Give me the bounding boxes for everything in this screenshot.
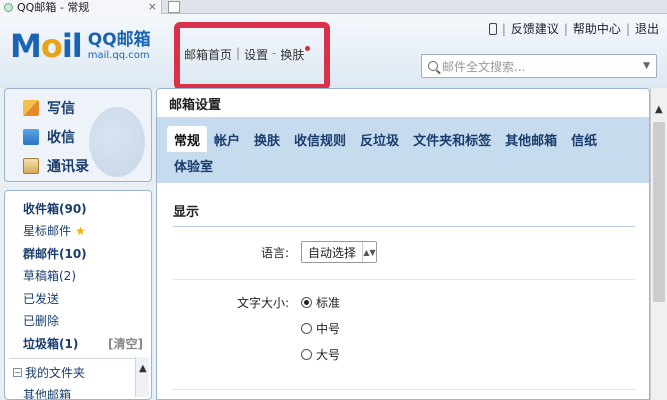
feedback-link[interactable]: 反馈建议 [511, 20, 559, 37]
scroll-up-icon[interactable]: ▲ [655, 104, 663, 115]
logo-cn-text: QQ邮箱 [87, 30, 151, 50]
settings-panel: 邮箱设置 常规 帐户 换肤 收信规则 反垃圾 文件夹和标签 其他邮箱 信纸 体验… [156, 88, 650, 400]
page-title: 邮箱设置 [157, 89, 649, 117]
highlight-annotation-box [174, 22, 330, 90]
section-title-display: 显示 [173, 205, 200, 220]
page-scrollbar[interactable]: ▲ [650, 88, 667, 400]
scroll-up-icon[interactable]: ▲ [139, 363, 147, 374]
tab-other-mailboxes[interactable]: 其他邮箱 [498, 126, 564, 152]
compose-button[interactable]: 写信 [5, 93, 151, 122]
chevron-down-icon[interactable]: ▼ [643, 61, 656, 71]
my-folders[interactable]: − 我的文件夹 [5, 362, 151, 384]
phone-icon[interactable] [488, 22, 497, 35]
language-select[interactable]: 自动选择 ▲▼ [301, 241, 377, 263]
write-icon [23, 99, 39, 116]
folder-starred[interactable]: 星标邮件 ★ [5, 220, 151, 243]
folder-inbox[interactable]: 收件箱(90) [5, 197, 151, 220]
browser-tab-strip: QQ邮箱 - 常规 × [0, 0, 667, 14]
row-divider [173, 279, 635, 280]
star-icon: ★ [75, 223, 86, 238]
logout-link[interactable]: 退出 [635, 20, 659, 37]
folder-drafts[interactable]: 草稿箱(2) [5, 265, 151, 288]
radio-medium[interactable]: 中号 [301, 320, 340, 337]
settings-content: 显示 语言: 自动选择 ▲▼ 文字大小: 标准 中号 大号 [157, 183, 649, 399]
row-divider [173, 389, 635, 390]
help-link[interactable]: 帮助中心 [573, 20, 621, 37]
receive-icon [23, 128, 39, 145]
font-size-label: 文字大小: [236, 296, 289, 310]
tab-general[interactable]: 常规 [167, 126, 208, 152]
font-size-row: 文字大小: 标准 中号 大号 [173, 294, 635, 363]
radio-unchecked-icon[interactable] [301, 323, 312, 334]
qq-mail-logo[interactable]: Moil QQ邮箱 mail.qq.com [10, 30, 151, 62]
tab-account[interactable]: 帐户 [207, 126, 247, 152]
search-placeholder: 邮件全文搜索... [442, 59, 526, 74]
tab-rules[interactable]: 收信规则 [287, 126, 353, 152]
new-tab-button[interactable] [168, 1, 180, 13]
contacts-icon [23, 157, 39, 174]
folder-group[interactable]: 群邮件(10) [5, 242, 151, 265]
search-input[interactable]: 邮件全文搜索... ▼ [421, 54, 657, 78]
font-size-radios: 标准 中号 大号 [301, 294, 340, 363]
header: Moil QQ邮箱 mail.qq.com 邮箱首页 | 设置 - 换肤 | 反… [0, 14, 667, 90]
clear-spam-link[interactable]: [清空] [108, 335, 143, 352]
tab-stationery[interactable]: 信纸 [564, 126, 604, 152]
select-arrows-icon: ▲▼ [362, 242, 376, 262]
close-tab-icon[interactable]: × [148, 0, 157, 13]
receive-button[interactable]: 收信 [5, 122, 151, 151]
logo-url-text: mail.qq.com [87, 50, 150, 61]
folder-sent[interactable]: 已发送 [5, 287, 151, 310]
folder-other-mailboxes[interactable]: 其他邮箱 [5, 384, 151, 399]
favicon-icon [4, 2, 13, 12]
logo-wordmark: Moil [10, 27, 83, 65]
radio-unchecked-icon[interactable] [301, 349, 312, 360]
tab-folders-labels[interactable]: 文件夹和标签 [406, 126, 498, 152]
compose-panel: 写信 收信 通讯录 [4, 88, 152, 182]
sidebar-scrollbar[interactable]: ▲ [135, 357, 149, 397]
divider [9, 357, 147, 359]
radio-standard[interactable]: 标准 [301, 294, 340, 311]
scrollbar-thumb[interactable] [653, 122, 665, 302]
browser-tab-title: QQ邮箱 - 常规 [17, 1, 90, 14]
section-divider [173, 226, 635, 227]
settings-tabs: 常规 帐户 换肤 收信规则 反垃圾 文件夹和标签 其他邮箱 信纸 体验室 [157, 117, 649, 183]
folder-deleted[interactable]: 已删除 [5, 310, 151, 333]
search-icon [428, 61, 438, 71]
folder-spam[interactable]: 垃圾箱(1) [清空] [5, 332, 151, 355]
tab-antispam[interactable]: 反垃圾 [353, 126, 406, 152]
language-value: 自动选择 [308, 245, 357, 260]
folder-panel: 收件箱(90) 星标邮件 ★ 群邮件(10) 草稿箱(2) 已发送 已删除 垃圾… [4, 190, 152, 400]
tab-skin[interactable]: 换肤 [247, 126, 287, 152]
radio-checked-icon[interactable] [301, 297, 312, 308]
language-row: 语言: 自动选择 ▲▼ [173, 241, 635, 263]
sidebar: 写信 收信 通讯录 收件箱(90) 星标邮件 ★ 群邮件(10) 草稿箱(2) … [4, 88, 152, 400]
language-label: 语言: [260, 245, 289, 260]
browser-tab[interactable]: QQ邮箱 - 常规 × [0, 0, 162, 14]
tab-lab[interactable]: 体验室 [167, 152, 220, 178]
radio-large[interactable]: 大号 [301, 346, 340, 363]
top-links: | 反馈建议 | 帮助中心 | 退出 [488, 20, 659, 37]
collapse-icon[interactable]: − [13, 368, 22, 377]
contacts-button[interactable]: 通讯录 [5, 151, 151, 180]
